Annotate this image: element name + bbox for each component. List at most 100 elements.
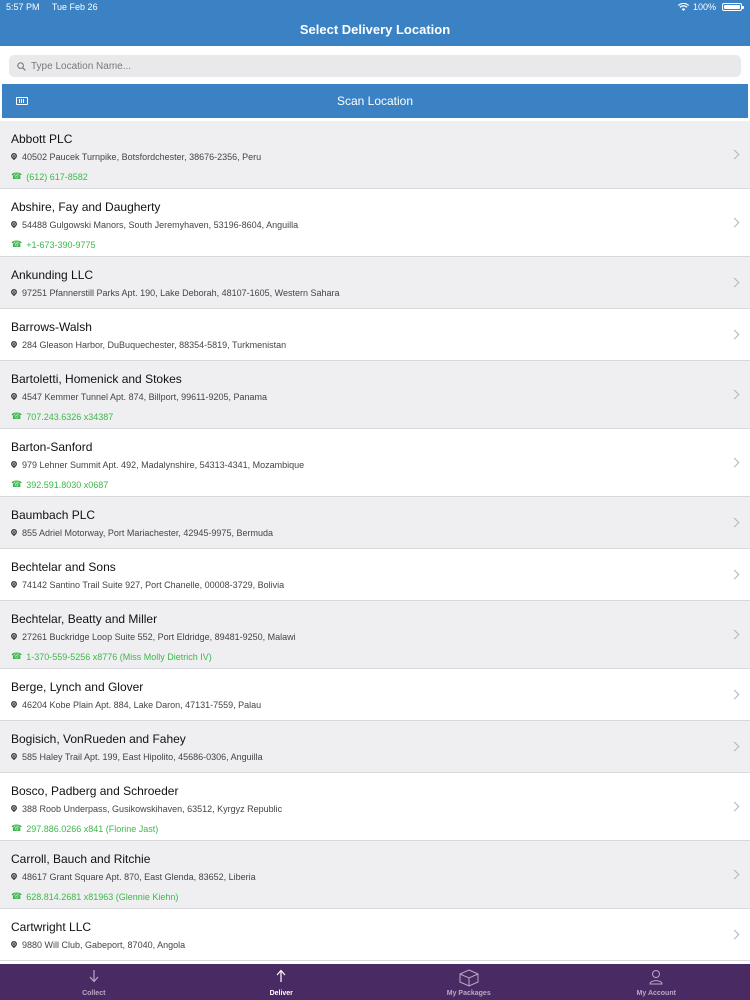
location-phone-text: 392.591.8030 x0687	[26, 479, 109, 490]
location-address-text: 979 Lehner Summit Apt. 492, Madalynshire…	[22, 460, 305, 470]
location-name: Bogisich, VonRueden and Fahey	[11, 732, 186, 746]
map-pin-icon	[9, 151, 19, 161]
location-address: 54488 Gulgowski Manors, South Jeremyhave…	[9, 219, 299, 230]
phone-icon: ☎	[11, 823, 23, 833]
location-row[interactable]: Abbott PLC 40502 Paucek Turnpike, Botsfor…	[0, 121, 750, 189]
phone-icon: ☎	[11, 171, 23, 181]
location-row[interactable]: Bosco, Padberg and Schroeder 388 Roob Und…	[0, 773, 750, 841]
scan-location-label: Scan Location	[336, 94, 414, 108]
phone-icon: ☎	[11, 479, 23, 489]
location-name: Carroll, Bauch and Ritchie	[11, 852, 151, 866]
tab-bar: Collect Deliver My Packages My Account	[0, 964, 750, 1000]
location-address-text: 74142 Santino Trail Suite 927, Port Chan…	[22, 580, 285, 590]
location-row[interactable]: Bechtelar and Sons 74142 Santino Trail Su…	[0, 549, 750, 601]
location-address: 979 Lehner Summit Apt. 492, Madalynshire…	[9, 459, 305, 470]
location-phone[interactable]: ☎ 392.591.8030 x0687	[11, 479, 108, 490]
location-row[interactable]: Ankunding LLC 97251 Pfannerstill Parks Ap…	[0, 257, 750, 309]
location-phone[interactable]: ☎ +1-673-390-9775	[11, 239, 96, 250]
location-name: Bechtelar and Sons	[11, 560, 116, 574]
chevron-right-icon	[729, 217, 740, 228]
location-address-text: 9880 Will Club, Gabeport, 87040, Angola	[22, 940, 186, 950]
page-title: Select Delivery Location	[299, 22, 451, 37]
chevron-right-icon	[729, 741, 740, 752]
location-phone[interactable]: ☎ (612) 617-8582	[11, 171, 88, 182]
wifi-icon	[677, 3, 689, 11]
chevron-right-icon	[729, 329, 740, 340]
location-phone-text: 297.886.0266 x841 (Florine Jast)	[26, 823, 159, 834]
scan-location-button[interactable]: Scan Location	[2, 84, 748, 118]
location-phone[interactable]: ☎ 707.243.6326 x34387	[11, 411, 113, 422]
location-address-text: 46204 Kobe Plain Apt. 884, Lake Daron, 4…	[22, 700, 262, 710]
map-pin-icon	[9, 459, 19, 469]
location-row[interactable]: Bechtelar, Beatty and Miller 27261 Buckri…	[0, 601, 750, 669]
chevron-right-icon	[729, 389, 740, 400]
location-address: 27261 Buckridge Loop Suite 552, Port Eld…	[9, 631, 296, 642]
map-pin-icon	[9, 287, 19, 297]
location-address-text: 27261 Buckridge Loop Suite 552, Port Eld…	[22, 632, 296, 642]
chevron-right-icon	[729, 569, 740, 580]
tab-deliver[interactable]: Deliver	[188, 964, 376, 1000]
location-name: Abbott PLC	[11, 132, 73, 146]
location-address-text: 585 Haley Trail Apt. 199, East Hipolito,…	[22, 752, 263, 762]
chevron-right-icon	[729, 689, 740, 700]
status-date: Tue Feb 26	[51, 2, 98, 12]
location-row[interactable]: Carroll, Bauch and Ritchie 48617 Grant Sq…	[0, 841, 750, 909]
map-pin-icon	[9, 751, 19, 761]
location-list: Abbott PLC 40502 Paucek Turnpike, Botsfor…	[0, 121, 750, 964]
tab-my-account[interactable]: My Account	[563, 964, 750, 1000]
battery-percent: 100%	[692, 2, 716, 12]
location-row[interactable]: Abshire, Fay and Daugherty 54488 Gulgowsk…	[0, 189, 750, 257]
location-phone[interactable]: ☎ 297.886.0266 x841 (Florine Jast)	[11, 823, 158, 834]
location-row[interactable]: Berge, Lynch and Glover 46204 Kobe Plain …	[0, 669, 750, 721]
location-name: Bosco, Padberg and Schroeder	[11, 784, 179, 798]
map-pin-icon	[9, 339, 19, 349]
location-address-text: 284 Gleason Harbor, DuBuquechester, 8835…	[22, 340, 287, 350]
location-row[interactable]: Baumbach PLC 855 Adriel Motorway, Port Ma…	[0, 497, 750, 549]
location-row[interactable]: Bogisich, VonRueden and Fahey 585 Haley T…	[0, 721, 750, 773]
chevron-right-icon	[729, 629, 740, 640]
location-address: 388 Roob Underpass, Gusikowskihaven, 635…	[9, 803, 283, 814]
map-pin-icon	[9, 219, 19, 229]
location-address-text: 54488 Gulgowski Manors, South Jeremyhave…	[22, 220, 299, 230]
search-input[interactable]	[31, 60, 731, 72]
chevron-right-icon	[729, 869, 740, 880]
location-address-text: 855 Adriel Motorway, Port Mariachester, …	[22, 528, 273, 538]
status-time: 5:57 PM	[6, 2, 40, 12]
tab-label: My Packages	[446, 990, 491, 997]
location-row[interactable]: Barton-Sanford 979 Lehner Summit Apt. 492…	[0, 429, 750, 497]
arrow-up-icon	[275, 969, 287, 987]
phone-icon: ☎	[11, 891, 23, 901]
location-address: 9880 Will Club, Gabeport, 87040, Angola	[9, 939, 186, 950]
location-address: 284 Gleason Harbor, DuBuquechester, 8835…	[9, 339, 287, 350]
location-row[interactable]: Cartwright LLC 9880 Will Club, Gabeport, …	[0, 909, 750, 961]
location-phone[interactable]: ☎ 1-370-559-5256 x8776 (Miss Molly Dietri…	[11, 651, 212, 662]
location-address: 46204 Kobe Plain Apt. 884, Lake Daron, 4…	[9, 699, 262, 710]
location-address: 74142 Santino Trail Suite 927, Port Chan…	[9, 579, 285, 590]
phone-icon: ☎	[11, 411, 23, 421]
location-address-text: 4547 Kemmer Tunnel Apt. 874, Billport, 9…	[22, 392, 267, 402]
chevron-right-icon	[729, 517, 740, 528]
location-address: 40502 Paucek Turnpike, Botsfordchester, …	[9, 151, 261, 162]
map-pin-icon	[9, 631, 19, 641]
search-bar[interactable]	[9, 55, 741, 77]
location-row[interactable]: Barrows-Walsh 284 Gleason Harbor, DuBuque…	[0, 309, 750, 361]
arrow-down-icon	[88, 969, 100, 987]
chevron-right-icon	[729, 801, 740, 812]
location-name: Barrows-Walsh	[11, 320, 92, 334]
phone-icon: ☎	[11, 651, 23, 661]
location-row[interactable]: Bartoletti, Homenick and Stokes 4547 Kemm…	[0, 361, 750, 429]
tab-label: Deliver	[269, 990, 293, 997]
chevron-right-icon	[729, 277, 740, 288]
box-icon	[459, 969, 479, 991]
tab-collect[interactable]: Collect	[0, 964, 188, 1000]
location-address: 48617 Grant Square Apt. 870, East Glenda…	[9, 871, 256, 882]
tab-label: Collect	[82, 990, 106, 997]
location-phone[interactable]: ☎ 628.814.2681 x81963 (Glennie Kiehn)	[11, 891, 178, 902]
location-address-text: 388 Roob Underpass, Gusikowskihaven, 635…	[22, 804, 283, 814]
phone-icon: ☎	[11, 239, 23, 249]
location-phone-text: (612) 617-8582	[26, 171, 88, 182]
location-phone-text: 1-370-559-5256 x8776 (Miss Molly Dietric…	[26, 651, 212, 662]
chevron-right-icon	[729, 149, 740, 160]
tab-my-packages[interactable]: My Packages	[375, 964, 563, 1000]
location-address: 855 Adriel Motorway, Port Mariachester, …	[9, 527, 273, 538]
